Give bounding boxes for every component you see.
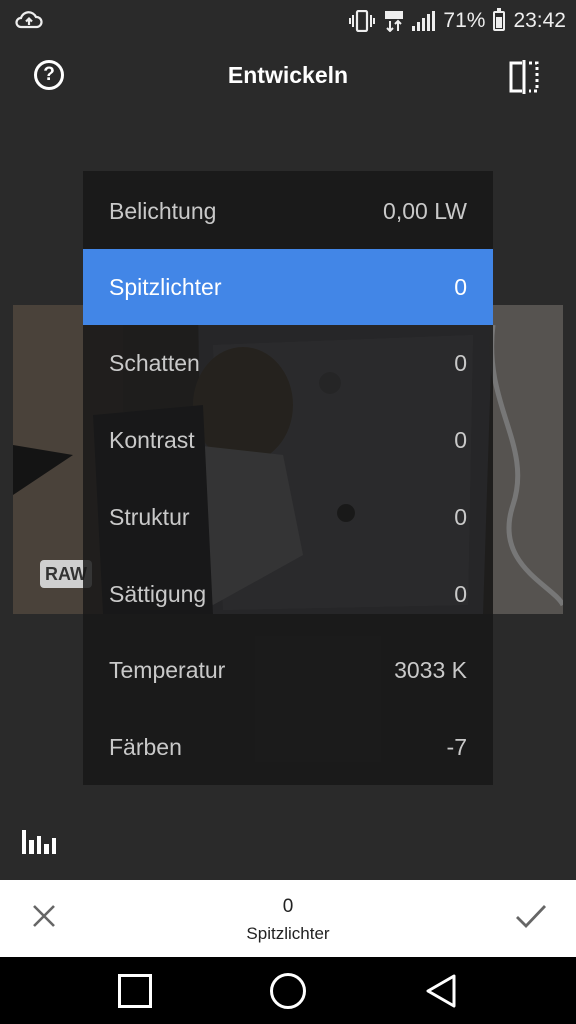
top-bar: ? Entwickeln: [0, 42, 576, 116]
data-transfer-icon: [385, 11, 404, 32]
menu-item-label: Sättigung: [109, 580, 207, 607]
menu-item-label: Temperatur: [109, 656, 226, 683]
compare-icon[interactable]: [508, 60, 540, 94]
menu-item-kontrast[interactable]: Kontrast 0: [83, 402, 493, 478]
menu-item-value: 0: [454, 503, 467, 530]
menu-item-label: Kontrast: [109, 426, 195, 453]
menu-item-belichtung[interactable]: Belichtung 0,00 LW: [83, 173, 493, 249]
menu-item-schatten[interactable]: Schatten 0: [83, 325, 493, 401]
menu-item-faerben[interactable]: Färben -7: [83, 709, 493, 785]
menu-item-value: 0: [454, 580, 467, 607]
menu-item-value: 0: [454, 426, 467, 453]
parameter-name: Spitzlichter: [246, 924, 330, 943]
menu-item-label: Färben: [109, 733, 182, 760]
home-icon[interactable]: [270, 973, 306, 1009]
battery-percent: 71%: [443, 9, 486, 32]
bottom-panel: 0 Spitzlichter: [0, 880, 576, 957]
cloud-upload-icon: [15, 11, 43, 29]
back-icon[interactable]: [424, 973, 458, 1009]
page-title: Entwickeln: [227, 62, 349, 88]
menu-item-value: 0: [454, 273, 467, 300]
parameter-value: 0: [282, 896, 294, 917]
menu-item-value: 0: [454, 349, 467, 376]
menu-item-label: Belichtung: [109, 197, 217, 224]
status-bar: 71% 23:42: [0, 0, 576, 42]
menu-item-value: -7: [446, 733, 467, 760]
histogram-icon[interactable]: [22, 830, 57, 854]
navigation-bar: [0, 957, 576, 1024]
clock: 23:42: [513, 9, 566, 32]
adjustment-menu: Belichtung 0,00 LW Spitzlichter 0 Schatt…: [83, 171, 493, 785]
menu-item-struktur[interactable]: Struktur 0: [83, 479, 493, 555]
menu-item-saettigung[interactable]: Sättigung 0: [83, 556, 493, 632]
recent-apps-icon[interactable]: [118, 974, 152, 1008]
menu-item-spitzlichter[interactable]: Spitzlichter 0: [83, 249, 493, 325]
menu-item-value: 3033 K: [394, 656, 467, 683]
menu-item-label: Spitzlichter: [109, 273, 222, 300]
signal-icon: [412, 11, 436, 31]
check-icon[interactable]: [514, 902, 548, 930]
menu-item-value: 0,00 LW: [383, 197, 467, 224]
menu-item-label: Schatten: [109, 349, 200, 376]
battery-icon: [493, 8, 506, 31]
vibrate-icon: [349, 10, 376, 32]
menu-item-label: Struktur: [109, 503, 190, 530]
menu-item-temperatur[interactable]: Temperatur 3033 K: [83, 632, 493, 708]
